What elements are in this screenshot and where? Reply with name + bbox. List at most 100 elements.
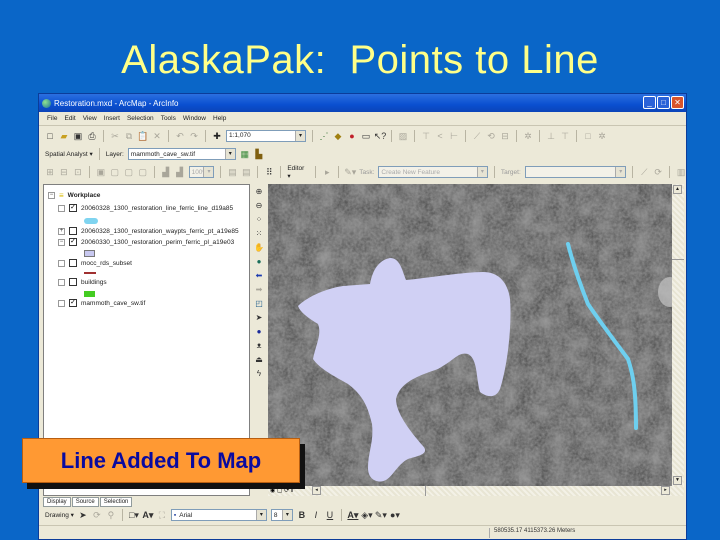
map-display[interactable] — [268, 184, 672, 486]
attributes-tool-icon[interactable]: ▥ — [676, 167, 686, 177]
edit-tool-icon[interactable]: ⊤ — [421, 131, 431, 141]
spatial-analyst-menu[interactable]: Spatial Analyst ▾ — [45, 150, 93, 158]
fit-display-icon[interactable]: ⊞ — [45, 167, 55, 177]
scale-icon[interactable]: ▢ — [110, 167, 120, 177]
maximize-button[interactable]: □ — [657, 96, 670, 109]
back-arrow-icon[interactable]: ⬅ — [254, 271, 264, 281]
layer-combo[interactable]: mammoth_cave_sw.tif ▾ — [127, 148, 236, 160]
layout-icon[interactable]: ⠿ — [264, 167, 274, 177]
task-combo[interactable]: Create New Feature ▾ — [378, 166, 488, 178]
zoom-whole-page-icon[interactable]: ⚲ — [106, 510, 116, 520]
chevron-down-icon[interactable]: ▾ — [476, 167, 487, 177]
collapse-icon[interactable]: − — [58, 238, 65, 246]
scroll-thumb[interactable] — [672, 196, 684, 260]
settings-icon[interactable]: ✲ — [597, 131, 607, 141]
collapse-icon[interactable] — [58, 278, 65, 286]
toc-layer[interactable]: ✓ 20060328_1300_restoration_line_ferric_… — [58, 204, 233, 212]
map-scale-combo[interactable]: 1:1,070 ▾ — [226, 129, 306, 142]
toc-layer[interactable]: mocc_rds_subset — [58, 259, 132, 267]
split-icon[interactable]: ⟋ — [472, 131, 482, 141]
layer-visibility-checkbox[interactable]: ✓ — [69, 204, 77, 212]
menu-help[interactable]: Help — [213, 115, 226, 122]
link-icon[interactable]: ▢ — [124, 167, 134, 177]
toc-layer[interactable]: + 20060328_1300_restoration_waypts_ferri… — [58, 227, 239, 235]
view-links-icon[interactable]: ▟ — [175, 167, 185, 177]
arctoolbox-icon[interactable]: ● — [347, 131, 357, 141]
chevron-down-icon[interactable]: ▾ — [281, 510, 292, 520]
add-control-point-icon[interactable]: ▟ — [161, 167, 171, 177]
arccatalog-icon[interactable]: ◆ — [333, 131, 343, 141]
chevron-down-icon[interactable]: ▾ — [224, 149, 235, 159]
scroll-thumb[interactable] — [322, 486, 426, 496]
undo-icon[interactable]: ↶ — [175, 131, 185, 141]
bold-button[interactable]: B — [297, 510, 307, 520]
print-icon[interactable]: ⎙ — [87, 131, 97, 141]
pan-hand-icon[interactable]: ✋ — [254, 243, 264, 253]
menu-tools[interactable]: Tools — [161, 115, 176, 122]
font-color-icon[interactable]: A▾ — [347, 510, 358, 520]
rectangle-tool-icon[interactable]: □▾ — [129, 510, 139, 520]
collapse-icon[interactable] — [58, 204, 65, 212]
underline-button[interactable]: U — [325, 510, 335, 520]
new-document-icon[interactable]: □ — [45, 131, 55, 141]
fill-color-icon[interactable]: ◈▾ — [361, 510, 372, 520]
marker-color-icon[interactable]: ●▾ — [390, 510, 400, 520]
select-pointer-icon[interactable]: ➤ — [78, 510, 88, 520]
select-elements-icon[interactable]: ➤ — [254, 313, 264, 323]
toc-layer[interactable]: buildings — [58, 278, 107, 286]
paste-icon[interactable]: 📋 — [137, 131, 148, 141]
scroll-right-button[interactable]: ▸ — [661, 486, 670, 495]
scroll-down-button[interactable]: ▼ — [673, 476, 682, 485]
chevron-down-icon[interactable]: ▾ — [295, 130, 305, 141]
tab-selection[interactable]: Selection — [99, 497, 133, 507]
cut-icon[interactable]: ✂ — [110, 131, 120, 141]
font-size-combo[interactable]: 8 ▾ — [270, 509, 293, 521]
tab-display[interactable]: Display — [43, 497, 71, 507]
identify-icon[interactable]: ● — [254, 327, 264, 337]
italic-button[interactable]: I — [311, 510, 321, 520]
fix-topology-icon[interactable]: ⊤ — [560, 131, 570, 141]
topology-icon[interactable]: ⊥ — [546, 131, 556, 141]
menu-selection[interactable]: Selection — [127, 115, 154, 122]
edit-pointer-icon[interactable]: ▸ — [322, 167, 332, 177]
overview-window-icon[interactable]: ▤ — [241, 167, 251, 177]
full-extent-globe-icon[interactable]: ● — [254, 257, 264, 267]
menu-view[interactable]: View — [83, 115, 97, 122]
layer-visibility-checkbox[interactable]: ✓ — [69, 299, 77, 307]
add-data-icon[interactable]: ✚ — [212, 131, 222, 141]
attributes-icon[interactable]: ⊟ — [500, 131, 510, 141]
toc-layer[interactable]: ✓ mammoth_cave_sw.tif — [58, 299, 145, 307]
save-icon[interactable]: ▣ — [73, 131, 83, 141]
font-combo[interactable]: ▪ Arial ▾ — [170, 509, 267, 521]
command-line-icon[interactable]: ▭ — [361, 131, 371, 141]
layer-visibility-checkbox[interactable] — [69, 227, 77, 235]
text-tool-icon[interactable]: A▾ — [142, 510, 153, 520]
map-vertical-scrollbar[interactable]: ▲ ▼ — [672, 184, 684, 486]
georef-icon[interactable]: ▨ — [398, 131, 408, 141]
rotate-tool-icon[interactable]: ⟳ — [653, 167, 663, 177]
close-button[interactable]: ✕ — [671, 96, 684, 109]
select-features-icon[interactable]: ◰ — [254, 299, 264, 309]
rotate-left-icon[interactable]: ⊟ — [59, 167, 69, 177]
delete-icon[interactable]: ✕ — [152, 131, 162, 141]
shift-icon[interactable]: ▣ — [96, 167, 106, 177]
target-combo[interactable]: ▾ — [524, 166, 627, 178]
drawing-menu[interactable]: Drawing ▾ — [45, 511, 74, 519]
rectangle-icon[interactable]: □ — [583, 131, 593, 141]
trace-icon[interactable]: < — [435, 131, 445, 141]
chevron-down-icon[interactable]: ▾ — [615, 167, 626, 177]
rotate-element-icon[interactable]: ⟳ — [92, 510, 102, 520]
copy-icon[interactable]: ⧉ — [124, 131, 134, 141]
edit-vertices-icon[interactable]: ⛶ — [157, 510, 167, 520]
magnifier-window-icon[interactable]: ▤ — [227, 167, 237, 177]
chevron-down-icon[interactable]: ▾ — [255, 510, 266, 520]
collapse-icon[interactable]: − — [48, 192, 55, 199]
scroll-up-button[interactable]: ▲ — [673, 185, 682, 194]
menu-window[interactable]: Window — [183, 115, 206, 122]
line-symbol-swatch[interactable] — [84, 272, 96, 274]
fixed-zoom-in-icon[interactable]: ⁘ — [254, 215, 264, 225]
polygon-symbol-swatch[interactable] — [84, 250, 95, 257]
forward-arrow-icon[interactable]: ➡ — [254, 285, 264, 295]
fixed-zoom-out-icon[interactable]: ⁙ — [254, 229, 264, 239]
split-tool-icon[interactable]: ⟋ — [639, 167, 649, 177]
